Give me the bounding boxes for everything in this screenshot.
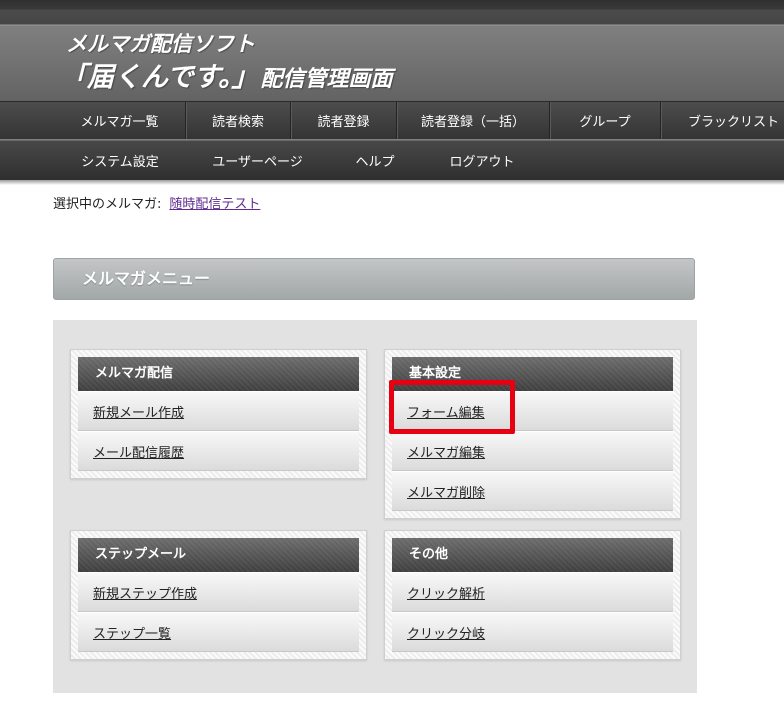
menu-link-mail-history[interactable]: メール配信履歴 xyxy=(78,431,359,471)
app-header: メルマガ配信ソフト 「届くんです。」配信管理画面 xyxy=(0,0,784,101)
nav-item-magazine-list[interactable]: メルマガ一覧 xyxy=(54,102,186,139)
nav-item-user-page[interactable]: ユーザーページ xyxy=(186,141,329,180)
selected-magazine: 選択中のメルマガ: 随時配信テスト xyxy=(53,196,260,214)
nav-item-reader-register[interactable]: 読者登録 xyxy=(291,102,397,139)
section-title-step-mail: ステップメール xyxy=(78,538,359,572)
menu-section-other: その他 クリック解析 クリック分岐 xyxy=(384,530,681,660)
nav-item-logout[interactable]: ログアウト xyxy=(421,141,543,180)
menu-section-basic-settings: 基本設定 フォーム編集 メルマガ編集 メルマガ削除 xyxy=(384,349,681,519)
nav-shadow xyxy=(0,180,784,185)
menu-link-new-step[interactable]: 新規ステップ作成 xyxy=(78,572,359,612)
nav-item-system-settings[interactable]: システム設定 xyxy=(54,141,186,180)
menu-link-magazine-edit[interactable]: メルマガ編集 xyxy=(392,431,673,471)
nav-item-group[interactable]: グループ xyxy=(550,102,661,139)
page-subtitle: 配信管理画面 xyxy=(260,67,393,92)
app-brand-name: 「届くんです。」 xyxy=(60,62,259,93)
section-title-other: その他 xyxy=(392,538,673,572)
menu-section-delivery: メルマガ配信 新規メール作成 メール配信履歴 xyxy=(70,349,367,479)
app-title-line2: 「届くんです。」配信管理画面 xyxy=(60,60,392,96)
menu-link-click-branch[interactable]: クリック分岐 xyxy=(392,612,673,652)
nav-item-help[interactable]: ヘルプ xyxy=(329,141,421,180)
selected-magazine-link[interactable]: 随時配信テスト xyxy=(169,197,260,212)
nav-item-reader-search[interactable]: 読者検索 xyxy=(186,102,291,139)
menu-link-new-mail[interactable]: 新規メール作成 xyxy=(78,391,359,431)
menu-link-form-edit[interactable]: フォーム編集 xyxy=(392,391,673,431)
section-title-basic-settings: 基本設定 xyxy=(392,357,673,391)
menu-section-step-mail: ステップメール 新規ステップ作成 ステップ一覧 xyxy=(70,530,367,660)
app-title: メルマガ配信ソフト xyxy=(66,32,255,56)
menu-link-magazine-delete[interactable]: メルマガ削除 xyxy=(392,471,673,511)
nav-item-blacklist[interactable]: ブラックリスト xyxy=(661,102,784,139)
main-nav-row-2: システム設定 ユーザーページ ヘルプ ログアウト xyxy=(0,141,784,180)
selected-magazine-label: 選択中のメルマガ: xyxy=(53,197,162,212)
main-nav-row-1: メルマガ一覧 読者検索 読者登録 読者登録（一括） グループ ブラックリスト xyxy=(0,101,784,139)
menu-panel-title: メルマガメニュー xyxy=(53,258,695,300)
nav-item-reader-bulk-register[interactable]: 読者登録（一括） xyxy=(397,102,550,139)
menu-link-click-analysis[interactable]: クリック解析 xyxy=(392,572,673,612)
menu-link-step-list[interactable]: ステップ一覧 xyxy=(78,612,359,652)
menu-panel: メルマガ配信 新規メール作成 メール配信履歴 基本設定 フォーム編集 メルマガ編… xyxy=(53,320,697,693)
section-title-delivery: メルマガ配信 xyxy=(78,357,359,391)
